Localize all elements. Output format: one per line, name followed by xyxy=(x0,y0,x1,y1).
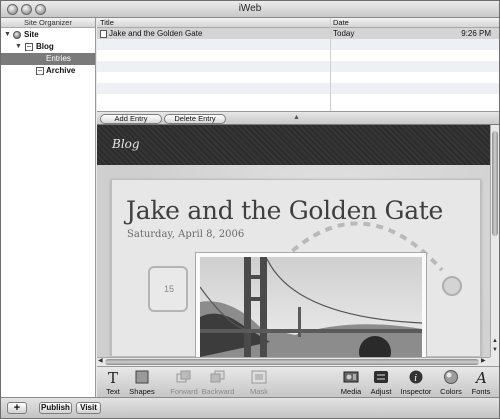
tool-label: Shapes xyxy=(129,387,155,396)
forward-icon xyxy=(176,370,191,383)
empty-row xyxy=(97,83,499,94)
empty-row xyxy=(97,72,499,83)
tool-label: Text xyxy=(106,387,120,396)
resize-handle-icon[interactable]: ▲ xyxy=(293,114,300,121)
empty-row xyxy=(97,94,499,105)
disclosure-triangle-icon[interactable]: ▼ xyxy=(15,41,22,53)
sidebar-item-entries[interactable]: Entries xyxy=(1,53,95,65)
entries-list-header: Title Date xyxy=(97,18,499,28)
entry-card: Jake and the Golden Gate Saturday, April… xyxy=(111,179,481,357)
publish-button[interactable]: Publish xyxy=(39,402,72,414)
title-bar[interactable]: iWeb xyxy=(1,1,499,18)
bottom-toolbar: T Text Shapes Forward Backward Mask Medi… xyxy=(97,366,499,397)
empty-row xyxy=(97,61,499,72)
post-title[interactable]: Jake and the Golden Gate xyxy=(126,196,443,225)
archive-page-icon xyxy=(36,67,44,75)
tool-label: Mask xyxy=(250,387,268,396)
post-date[interactable]: Saturday, April 8, 2006 xyxy=(127,229,244,240)
add-page-button[interactable]: + xyxy=(7,402,27,414)
entry-title: Jake and the Golden Gate xyxy=(109,29,203,38)
sidebar-item-label: Site xyxy=(24,30,39,39)
decorative-dot xyxy=(442,276,462,296)
vertical-scrollbar[interactable]: ▲ ▼ xyxy=(490,125,499,357)
mask-icon xyxy=(251,370,267,384)
colors-button[interactable]: Colors xyxy=(437,369,465,397)
globe-icon xyxy=(13,31,21,39)
scroll-down-icon[interactable]: ▼ xyxy=(492,347,498,354)
empty-row xyxy=(97,50,499,61)
vertical-scroll-thumb[interactable] xyxy=(492,131,498,236)
column-header-date[interactable]: Date xyxy=(333,18,349,27)
entries-list: Title Date Jake and the Golden Gate Toda… xyxy=(97,18,499,111)
tool-label: Colors xyxy=(440,387,462,396)
text-icon: T xyxy=(108,370,118,384)
backward-button[interactable]: Backward xyxy=(201,369,235,397)
empty-row xyxy=(97,39,499,50)
calendar-day: 15 xyxy=(164,284,175,294)
tool-label: Fonts xyxy=(471,387,491,396)
scroll-right-icon[interactable]: ▶ xyxy=(481,358,486,365)
entry-page-icon xyxy=(100,30,107,38)
column-header-title[interactable]: Title xyxy=(100,18,114,27)
add-entry-button[interactable]: Add Entry xyxy=(100,114,162,124)
media-button[interactable]: Media xyxy=(337,369,365,397)
table-row[interactable]: Jake and the Golden Gate Today 9:26 PM xyxy=(97,28,499,39)
site-organizer: Site Organizer ▼ Site ▼ Blog Entries Arc… xyxy=(1,18,96,397)
sidebar-item-label: Entries xyxy=(46,54,71,63)
media-icon xyxy=(343,371,359,383)
page-background: Jake and the Golden Gate Saturday, April… xyxy=(97,165,490,357)
inspector-icon: i xyxy=(409,370,423,384)
colors-icon xyxy=(444,370,458,384)
blog-banner: Blog xyxy=(97,125,490,165)
tool-label: Forward xyxy=(170,387,198,396)
site-organizer-header: Site Organizer xyxy=(1,18,95,28)
entry-date: Today xyxy=(333,29,355,38)
sidebar-item-label: Blog xyxy=(36,42,54,51)
text-button[interactable]: T Text xyxy=(101,369,125,397)
svg-text:T: T xyxy=(108,370,118,384)
svg-text:A: A xyxy=(474,370,487,384)
adjust-icon xyxy=(374,371,388,383)
entry-button-bar: Add Entry Delete Entry ▲ xyxy=(97,111,499,125)
inspector-button[interactable]: i Inspector xyxy=(399,369,433,397)
tool-label: Adjust xyxy=(370,387,392,396)
photo-image xyxy=(200,257,422,357)
mask-button[interactable]: Mask xyxy=(245,369,273,397)
blog-page-icon xyxy=(25,43,33,51)
horizontal-scrollbar[interactable]: ◀ ▶ xyxy=(97,357,490,366)
calendar-icon: 15 xyxy=(148,266,188,312)
entry-time: 9:26 PM xyxy=(461,29,491,38)
disclosure-triangle-icon[interactable]: ▼ xyxy=(4,29,11,41)
scroll-up-icon[interactable]: ▲ xyxy=(492,338,498,345)
fonts-button[interactable]: A Fonts xyxy=(467,369,495,397)
iweb-window: iWeb Site Organizer ▼ Site ▼ Blog Entrie… xyxy=(0,0,500,419)
sidebar-item-site[interactable]: ▼ Site xyxy=(1,29,95,41)
shapes-button[interactable]: Shapes xyxy=(127,369,157,397)
column-divider[interactable] xyxy=(330,18,331,111)
shapes-icon xyxy=(135,370,149,384)
footer-bar: + Publish Visit xyxy=(1,397,499,418)
banner-label: Blog xyxy=(112,137,140,151)
sidebar-item-archive[interactable]: Archive xyxy=(1,65,95,77)
fonts-icon: A xyxy=(474,370,487,384)
svg-text:i: i xyxy=(414,374,417,384)
backward-icon xyxy=(210,370,225,383)
page-canvas[interactable]: Blog Jake and the Golden Gate Saturday, … xyxy=(97,125,490,357)
delete-entry-button[interactable]: Delete Entry xyxy=(164,114,226,124)
sidebar-item-blog[interactable]: ▼ Blog xyxy=(1,41,95,53)
tool-label: Backward xyxy=(201,387,235,396)
horizontal-scroll-thumb[interactable] xyxy=(105,359,479,365)
sidebar-item-label: Archive xyxy=(46,66,76,75)
forward-button[interactable]: Forward xyxy=(169,369,199,397)
golden-gate-photo[interactable] xyxy=(195,252,427,357)
tool-label: Inspector xyxy=(400,387,432,396)
adjust-button[interactable]: Adjust xyxy=(367,369,395,397)
window-title: iWeb xyxy=(238,3,262,14)
visit-button[interactable]: Visit xyxy=(76,402,101,414)
scroll-left-icon[interactable]: ◀ xyxy=(98,358,103,365)
tool-label: Media xyxy=(340,387,362,396)
